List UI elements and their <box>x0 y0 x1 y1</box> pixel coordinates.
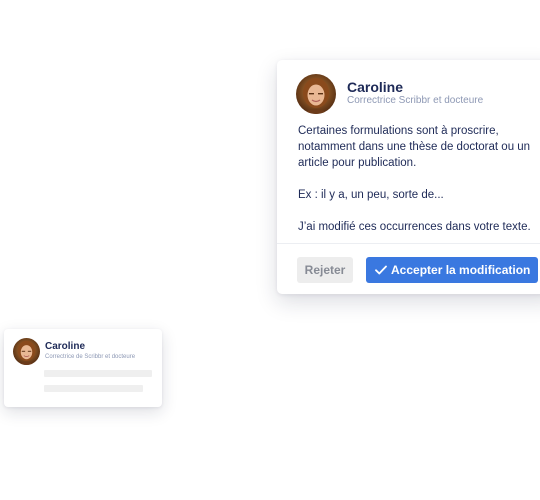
page: Caroline Correctrice de Scribbr et docte… <box>0 0 540 500</box>
person-avatar-icon <box>13 338 40 365</box>
comment-card: Caroline Correctrice Scribbr et docteure… <box>277 60 540 294</box>
comment-author-role: Correctrice Scribbr et docteure <box>347 95 484 106</box>
divider <box>277 243 540 244</box>
check-icon <box>375 265 387 275</box>
text-placeholder-line <box>44 385 143 392</box>
person-avatar-icon <box>296 74 336 114</box>
collapsed-comment-role: Correctrice de Scribbr et docteure <box>45 354 136 360</box>
collapsed-comment-author: Caroline <box>45 341 86 352</box>
comment-body: Certaines formulations sont à proscrire,… <box>298 123 538 235</box>
text-placeholder-line <box>44 370 152 377</box>
reject-button[interactable]: Rejeter <box>297 257 353 283</box>
comment-paragraph: Certaines formulations sont à proscrire,… <box>298 125 531 169</box>
accept-button-label: Accepter la modification <box>391 263 531 277</box>
comment-paragraph: Ex : il y a, un peu, sorte de... <box>298 189 444 201</box>
comment-paragraph: J’ai modifié ces occurrences dans votre … <box>298 221 531 233</box>
accept-modification-button[interactable]: Accepter la modification <box>366 257 538 283</box>
collapsed-comment-card[interactable]: Caroline Correctrice de Scribbr et docte… <box>4 329 162 407</box>
comment-author: Caroline <box>347 79 404 95</box>
